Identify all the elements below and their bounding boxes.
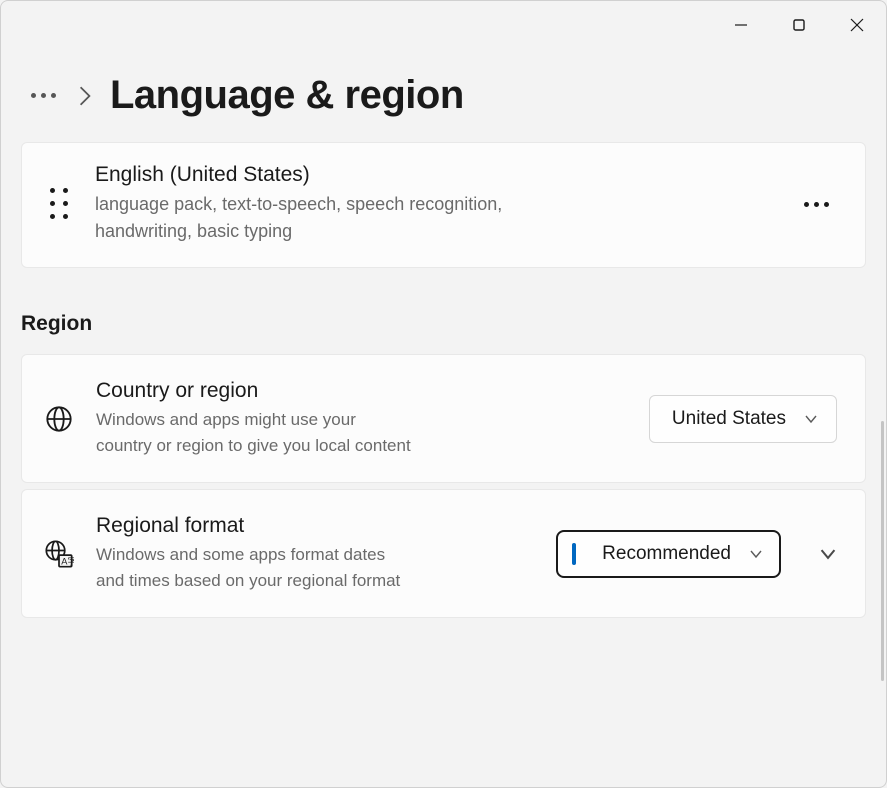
breadcrumb-more-icon[interactable] <box>27 89 60 102</box>
svg-text:A字: A字 <box>61 555 74 566</box>
region-section-title: Region <box>21 312 866 336</box>
country-dropdown[interactable]: United States <box>649 395 837 443</box>
country-body: Country or region Windows and apps might… <box>96 379 629 458</box>
country-label: Country or region <box>96 379 629 403</box>
globe-icon <box>42 405 76 433</box>
close-button[interactable] <box>828 1 886 49</box>
language-name: English (United States) <box>95 163 770 187</box>
language-more-button[interactable] <box>796 194 837 215</box>
regional-format-row: A字 Regional format Windows and some apps… <box>21 489 866 618</box>
language-item[interactable]: English (United States) language pack, t… <box>21 142 866 268</box>
language-body: English (United States) language pack, t… <box>95 163 770 245</box>
country-region-row: Country or region Windows and apps might… <box>21 354 866 483</box>
chevron-down-icon <box>804 412 818 426</box>
format-dropdown[interactable]: Recommended <box>556 530 781 578</box>
breadcrumb: Language & region <box>21 73 866 118</box>
globe-translate-icon: A字 <box>42 539 76 569</box>
format-value: Recommended <box>602 543 731 565</box>
window-titlebar <box>1 1 886 49</box>
format-body: Regional format Windows and some apps fo… <box>96 514 536 593</box>
focus-accent <box>572 543 576 565</box>
chevron-right-icon <box>78 85 92 107</box>
chevron-down-icon <box>749 547 763 561</box>
maximize-button[interactable] <box>770 1 828 49</box>
format-description: Windows and some apps format dates and t… <box>96 542 416 593</box>
language-features: language pack, text-to-speech, speech re… <box>95 191 535 245</box>
minimize-button[interactable] <box>712 1 770 49</box>
drag-handle-icon[interactable] <box>50 188 69 220</box>
format-label: Regional format <box>96 514 536 538</box>
page-title: Language & region <box>110 73 464 118</box>
scrollbar-thumb[interactable] <box>881 421 884 681</box>
country-value: United States <box>672 408 786 430</box>
country-description: Windows and apps might use your country … <box>96 407 416 458</box>
expand-row-button[interactable] <box>819 545 837 563</box>
